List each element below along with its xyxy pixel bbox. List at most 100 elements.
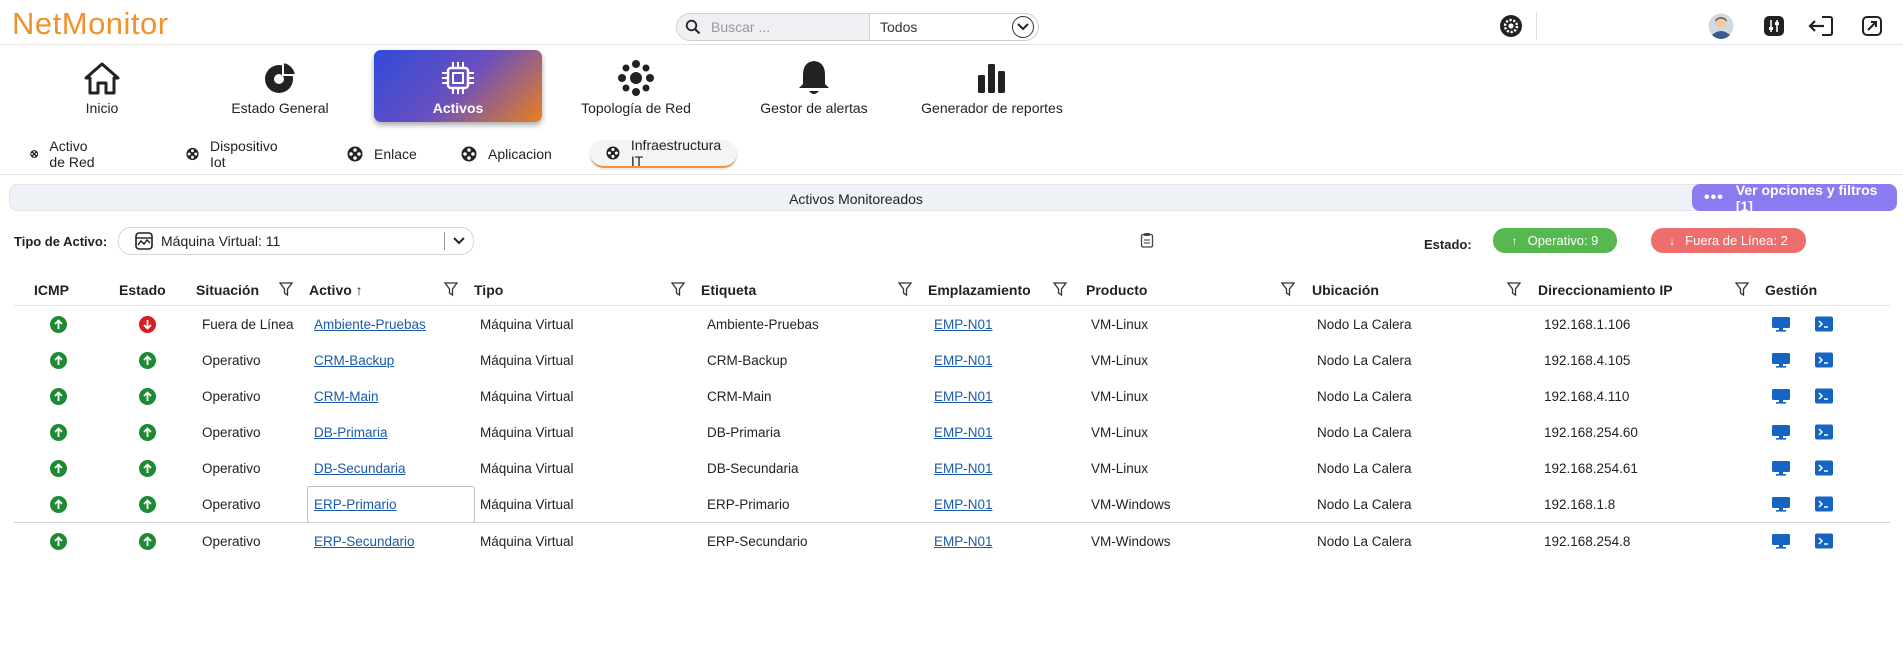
terminal-icon[interactable] [1814, 316, 1834, 332]
clipboard-icon[interactable] [1140, 232, 1154, 248]
asset-link[interactable]: CRM-Main [314, 389, 379, 404]
filter-icon[interactable] [1281, 282, 1295, 297]
remote-desktop-icon[interactable] [1771, 533, 1791, 549]
table-row[interactable]: Operativo DB-Secundaria Máquina Virtual DB-… [14, 450, 1890, 486]
emplazamiento-link[interactable]: EMP-N01 [934, 497, 993, 512]
col-tipo[interactable]: Tipo [474, 276, 503, 304]
terminal-icon[interactable] [1814, 388, 1834, 404]
nav-item-estado-general[interactable]: Estado General [196, 50, 364, 122]
user-avatar-icon[interactable] [1708, 13, 1734, 39]
asset-link[interactable]: ERP-Secundario [314, 534, 415, 549]
filter-icon[interactable] [1735, 282, 1749, 297]
tab-infraestructura-it[interactable]: Infraestructura IT [590, 137, 738, 169]
emplazamiento-link[interactable]: EMP-N01 [934, 461, 993, 476]
reel-icon [347, 146, 363, 162]
app-logo[interactable]: NetMonitor [12, 6, 169, 42]
status-operativo-badge[interactable]: ↑ Operativo: 9 [1493, 228, 1617, 253]
cell-etiqueta: CRM-Backup [707, 352, 788, 368]
filter-icon[interactable] [279, 282, 293, 297]
col-ubicacion[interactable]: Ubicación [1312, 276, 1379, 304]
search-bar: Todos [676, 13, 1039, 41]
settings-icon[interactable] [1498, 13, 1524, 39]
asset-type-select[interactable]: Máquina Virtual: 11 [118, 227, 474, 255]
terminal-icon[interactable] [1814, 352, 1834, 368]
tab-enlace[interactable]: Enlace [347, 140, 417, 168]
status-fuera-badge[interactable]: ↓ Fuera de Línea: 2 [1651, 228, 1806, 253]
remote-desktop-icon[interactable] [1771, 460, 1791, 476]
tab-activo-de-red[interactable]: Activo de Red [30, 138, 95, 170]
col-icmp[interactable]: ICMP [34, 276, 69, 304]
emplazamiento-link[interactable]: EMP-N01 [934, 353, 993, 368]
cell-producto: VM-Linux [1091, 316, 1149, 332]
cell-ip: 192.168.1.106 [1544, 316, 1631, 332]
tab-dispositivo-iot[interactable]: Dispositivo Iot [186, 138, 281, 170]
search-field[interactable] [677, 14, 870, 40]
nav-label: Estado General [231, 100, 329, 116]
cell-situacion: Operativo [202, 388, 261, 404]
arrow-down-icon: ↓ [1669, 233, 1676, 248]
cell-tipo: Máquina Virtual [480, 533, 574, 549]
table-row[interactable]: Operativo DB-Primaria Máquina Virtual DB-Pr… [14, 414, 1890, 450]
remote-desktop-icon[interactable] [1771, 352, 1791, 368]
nav-item-topologia[interactable]: Topología de Red [552, 50, 720, 122]
cell-producto: VM-Windows [1091, 496, 1171, 512]
terminal-icon[interactable] [1814, 460, 1834, 476]
filter-icon[interactable] [671, 282, 685, 297]
cell-ip: 192.168.254.61 [1544, 460, 1638, 476]
filter-icon[interactable] [1053, 282, 1067, 297]
emplazamiento-link[interactable]: EMP-N01 [934, 425, 993, 440]
asset-type-value: Máquina Virtual: 11 [161, 233, 281, 249]
fullscreen-icon[interactable] [1859, 13, 1885, 39]
table-row[interactable]: Operativo ERP-Primario Máquina Virtual ERP-… [14, 486, 1890, 523]
remote-desktop-icon[interactable] [1771, 496, 1791, 512]
tab-label: Aplicacion [488, 146, 552, 162]
col-producto[interactable]: Producto [1086, 276, 1147, 304]
icmp-status-up-icon [50, 532, 67, 550]
nav-item-activos[interactable]: Activos [374, 50, 542, 122]
emplazamiento-link[interactable]: EMP-N01 [934, 317, 993, 332]
asset-link[interactable]: DB-Secundaria [314, 461, 406, 476]
chevron-down-icon[interactable] [453, 237, 465, 245]
terminal-icon[interactable] [1814, 424, 1834, 440]
logout-icon[interactable] [1808, 13, 1834, 39]
table-row[interactable]: Operativo ERP-Secundario Máquina Virtual ER… [14, 523, 1890, 559]
asset-link[interactable]: Ambiente-Pruebas [314, 317, 426, 332]
col-estado[interactable]: Estado [119, 276, 166, 304]
remote-desktop-icon[interactable] [1771, 424, 1791, 440]
cell-ubicacion: Nodo La Calera [1317, 352, 1412, 368]
asset-link[interactable]: ERP-Primario [314, 497, 397, 512]
filters-button[interactable]: ••• Ver opciones y filtros [1] [1692, 182, 1897, 214]
asset-link[interactable]: CRM-Backup [314, 353, 394, 368]
nav-item-reportes[interactable]: Generador de reportes [908, 50, 1076, 122]
terminal-icon[interactable] [1814, 496, 1834, 512]
remote-desktop-icon[interactable] [1771, 388, 1791, 404]
emplazamiento-link[interactable]: EMP-N01 [934, 389, 993, 404]
estado-status-down-icon [139, 315, 156, 333]
arrow-up-icon: ↑ [1511, 233, 1518, 248]
table-row[interactable]: Operativo CRM-Main Máquina Virtual CRM-Main… [14, 378, 1890, 414]
col-etiqueta[interactable]: Etiqueta [701, 276, 756, 304]
reel-icon [461, 146, 477, 162]
emplazamiento-link[interactable]: EMP-N01 [934, 534, 993, 549]
terminal-icon[interactable] [1814, 533, 1834, 549]
status-fuera-label: Fuera de Línea: 2 [1685, 233, 1788, 248]
col-emplazamiento[interactable]: Emplazamiento [928, 276, 1031, 304]
col-situacion[interactable]: Situación [196, 276, 259, 304]
remote-desktop-icon[interactable] [1771, 316, 1791, 332]
table-row[interactable]: Fuera de Línea Ambiente-Pruebas Máquina Vi… [14, 306, 1890, 342]
cell-tipo: Máquina Virtual [480, 316, 574, 332]
search-scope-select[interactable]: Todos [870, 14, 1038, 40]
col-activo[interactable]: Activo ↑ [309, 276, 363, 304]
chevron-down-icon[interactable] [1012, 16, 1034, 38]
search-input[interactable] [711, 19, 861, 35]
table-row[interactable]: Operativo CRM-Backup Máquina Virtual CRM-Ba… [14, 342, 1890, 378]
filter-icon[interactable] [444, 282, 458, 297]
nav-item-alertas[interactable]: Gestor de alertas [730, 50, 898, 122]
filter-icon[interactable] [1507, 282, 1521, 297]
asset-link[interactable]: DB-Primaria [314, 425, 388, 440]
col-direccionamiento-ip[interactable]: Direccionamiento IP [1538, 276, 1673, 304]
nav-item-inicio[interactable]: Inicio [18, 50, 186, 122]
tune-icon[interactable] [1761, 13, 1787, 39]
tab-aplicacion[interactable]: Aplicacion [461, 140, 552, 168]
filter-icon[interactable] [898, 282, 912, 297]
